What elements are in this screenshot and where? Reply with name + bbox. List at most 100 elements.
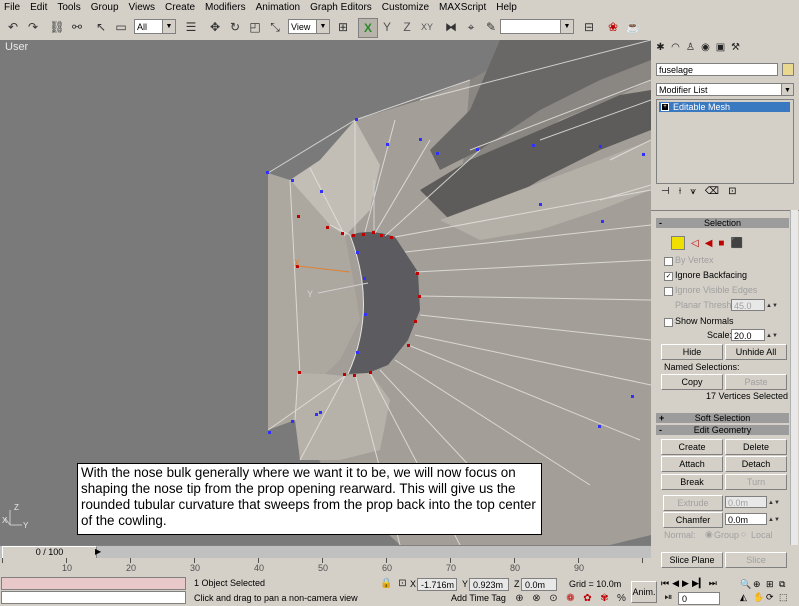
track-bar[interactable]: 10 20 30 40 50 60 70 80 90: [0, 558, 655, 576]
z-coord-field[interactable]: 0.0m: [521, 578, 557, 591]
pan-icon[interactable]: ✋: [753, 592, 766, 603]
by-vertex-checkbox[interactable]: [664, 257, 673, 266]
copy-button[interactable]: Copy: [661, 374, 723, 390]
menu-views[interactable]: Views: [125, 2, 162, 13]
local-radio-icon[interactable]: ○: [741, 529, 746, 539]
planar-thresh-spinner[interactable]: 45.0 ▲▼: [731, 299, 778, 311]
command-panel-scrollbar[interactable]: [790, 210, 798, 545]
render-scene-icon[interactable]: ❀: [604, 18, 622, 36]
menu-maxscript[interactable]: MAXScript: [435, 2, 492, 13]
menu-modifiers[interactable]: Modifiers: [201, 2, 252, 13]
zoom-extents-all-icon[interactable]: ⧉: [779, 579, 792, 590]
object-name-field[interactable]: fuselage: [656, 63, 778, 76]
x-coord-field[interactable]: -1.716m: [417, 578, 457, 591]
restrict-xy-button[interactable]: XY: [418, 18, 436, 36]
face-level-icon[interactable]: ◀: [705, 238, 713, 249]
next-frame-arrow-icon[interactable]: ▶: [95, 546, 103, 557]
expand-icon[interactable]: +: [661, 103, 669, 111]
go-to-start-icon[interactable]: ⏮: [661, 578, 669, 589]
named-selection-sets-dropdown[interactable]: ▼: [500, 19, 574, 34]
configure-modifier-sets-icon[interactable]: ⊡: [728, 186, 736, 198]
edge-level-icon[interactable]: ◁: [691, 238, 699, 249]
menu-animation[interactable]: Animation: [252, 2, 306, 13]
menu-tools[interactable]: Tools: [53, 2, 86, 13]
arc-rotate-icon[interactable]: ⟳: [766, 592, 779, 603]
menu-help[interactable]: Help: [492, 2, 523, 13]
named-selection-icon[interactable]: ✎: [482, 18, 500, 36]
quick-render-icon[interactable]: ☕: [624, 18, 642, 36]
delete-button[interactable]: Delete: [725, 439, 787, 455]
play-icon[interactable]: ▶: [682, 578, 689, 589]
rotate-icon[interactable]: ↻: [226, 18, 244, 36]
lock-selection-icon[interactable]: 🔒: [380, 578, 392, 589]
mirror-icon[interactable]: ⧓: [442, 18, 460, 36]
restrict-z-button[interactable]: Z: [398, 18, 416, 36]
select-link-icon[interactable]: ⛓: [48, 18, 66, 36]
show-normals-checkbox[interactable]: [664, 318, 673, 327]
y-coord-field[interactable]: 0.923m: [469, 578, 509, 591]
snap-toggle-icon[interactable]: ✿: [582, 593, 593, 604]
animate-button[interactable]: Anim.: [631, 581, 657, 603]
maximize-viewport-icon[interactable]: ⬚: [779, 592, 792, 603]
slice-plane-button[interactable]: Slice Plane: [661, 552, 723, 568]
slice-button[interactable]: Slice: [725, 552, 787, 568]
absolute-mode-icon[interactable]: ⊡: [397, 578, 408, 589]
zoom-extents-icon[interactable]: ⊞: [766, 579, 779, 590]
viewport-label[interactable]: User: [5, 41, 28, 53]
maxscript-listener-input[interactable]: [1, 591, 186, 604]
align-icon[interactable]: ⌖: [462, 18, 480, 36]
redo-icon[interactable]: ↷: [24, 18, 42, 36]
modifier-list-dropdown[interactable]: Modifier List ▼: [656, 83, 794, 96]
maxscript-listener-mini[interactable]: [1, 577, 186, 590]
show-end-result-icon[interactable]: ⟊: [679, 186, 682, 198]
paste-button[interactable]: Paste: [725, 374, 787, 390]
restrict-y-button[interactable]: Y: [378, 18, 396, 36]
go-to-end-icon[interactable]: ⏭: [709, 578, 717, 589]
polygon-level-icon[interactable]: ■: [718, 238, 724, 249]
menu-group[interactable]: Group: [87, 2, 125, 13]
ignore-visible-edges-checkbox[interactable]: [664, 287, 673, 296]
create-button[interactable]: Create: [661, 439, 723, 455]
select-object-icon[interactable]: ↖: [92, 18, 110, 36]
scale-icon[interactable]: ◰: [246, 18, 264, 36]
percent-snap-icon[interactable]: %: [616, 593, 627, 604]
ignore-backfacing-checkbox[interactable]: ✓: [664, 272, 673, 281]
pin-stack-icon[interactable]: ⊣: [661, 186, 670, 198]
auto-key-icon[interactable]: ❁: [565, 593, 576, 604]
schematic-view-icon[interactable]: ⊟: [580, 18, 598, 36]
key-mode-icon[interactable]: ⊕: [514, 593, 525, 604]
zoom-all-icon[interactable]: ⊕: [753, 579, 766, 590]
selection-rollout-header[interactable]: - Selection: [656, 218, 789, 228]
pivot-center-icon[interactable]: ⊞: [334, 18, 352, 36]
undo-icon[interactable]: ↶: [4, 18, 22, 36]
element-level-icon[interactable]: ⬛: [730, 238, 742, 249]
turn-button[interactable]: Turn: [725, 474, 787, 490]
next-frame-icon[interactable]: ▶▎: [692, 578, 706, 589]
unlink-icon[interactable]: ⚯: [68, 18, 86, 36]
add-time-tag-button[interactable]: Add Time Tag: [448, 592, 510, 605]
extrude-button[interactable]: Extrude: [663, 495, 723, 511]
region-select-icon[interactable]: ▭: [112, 18, 130, 36]
hide-button[interactable]: Hide: [661, 344, 723, 360]
hierarchy-tab-icon[interactable]: ♙: [685, 42, 696, 53]
menu-customize[interactable]: Customize: [378, 2, 435, 13]
zoom-icon[interactable]: 🔍: [740, 579, 753, 590]
break-button[interactable]: Break: [661, 474, 723, 490]
key-mode-toggle-icon[interactable]: ⏯: [663, 592, 674, 603]
move-icon[interactable]: ✥: [206, 18, 224, 36]
remove-modifier-icon[interactable]: ⌫: [705, 186, 719, 198]
chamfer-spinner[interactable]: 0.0m ▲▼: [725, 513, 780, 525]
menu-file[interactable]: File: [0, 2, 26, 13]
detach-button[interactable]: Detach: [725, 456, 787, 472]
manipulate-icon[interactable]: ⤡: [266, 18, 284, 36]
extrude-spinner[interactable]: 0.0m ▲▼: [725, 496, 780, 508]
current-frame-field[interactable]: 0: [678, 592, 720, 605]
menu-create[interactable]: Create: [161, 2, 201, 13]
angle-snap-icon[interactable]: ✾: [599, 593, 610, 604]
modify-tab-icon[interactable]: ◠: [670, 42, 681, 53]
create-tab-icon[interactable]: ✱: [655, 42, 666, 53]
attach-button[interactable]: Attach: [661, 456, 723, 472]
make-unique-icon[interactable]: ⩛: [690, 186, 696, 198]
menu-graph-editors[interactable]: Graph Editors: [306, 2, 378, 13]
set-key-icon[interactable]: ⊗: [531, 593, 542, 604]
